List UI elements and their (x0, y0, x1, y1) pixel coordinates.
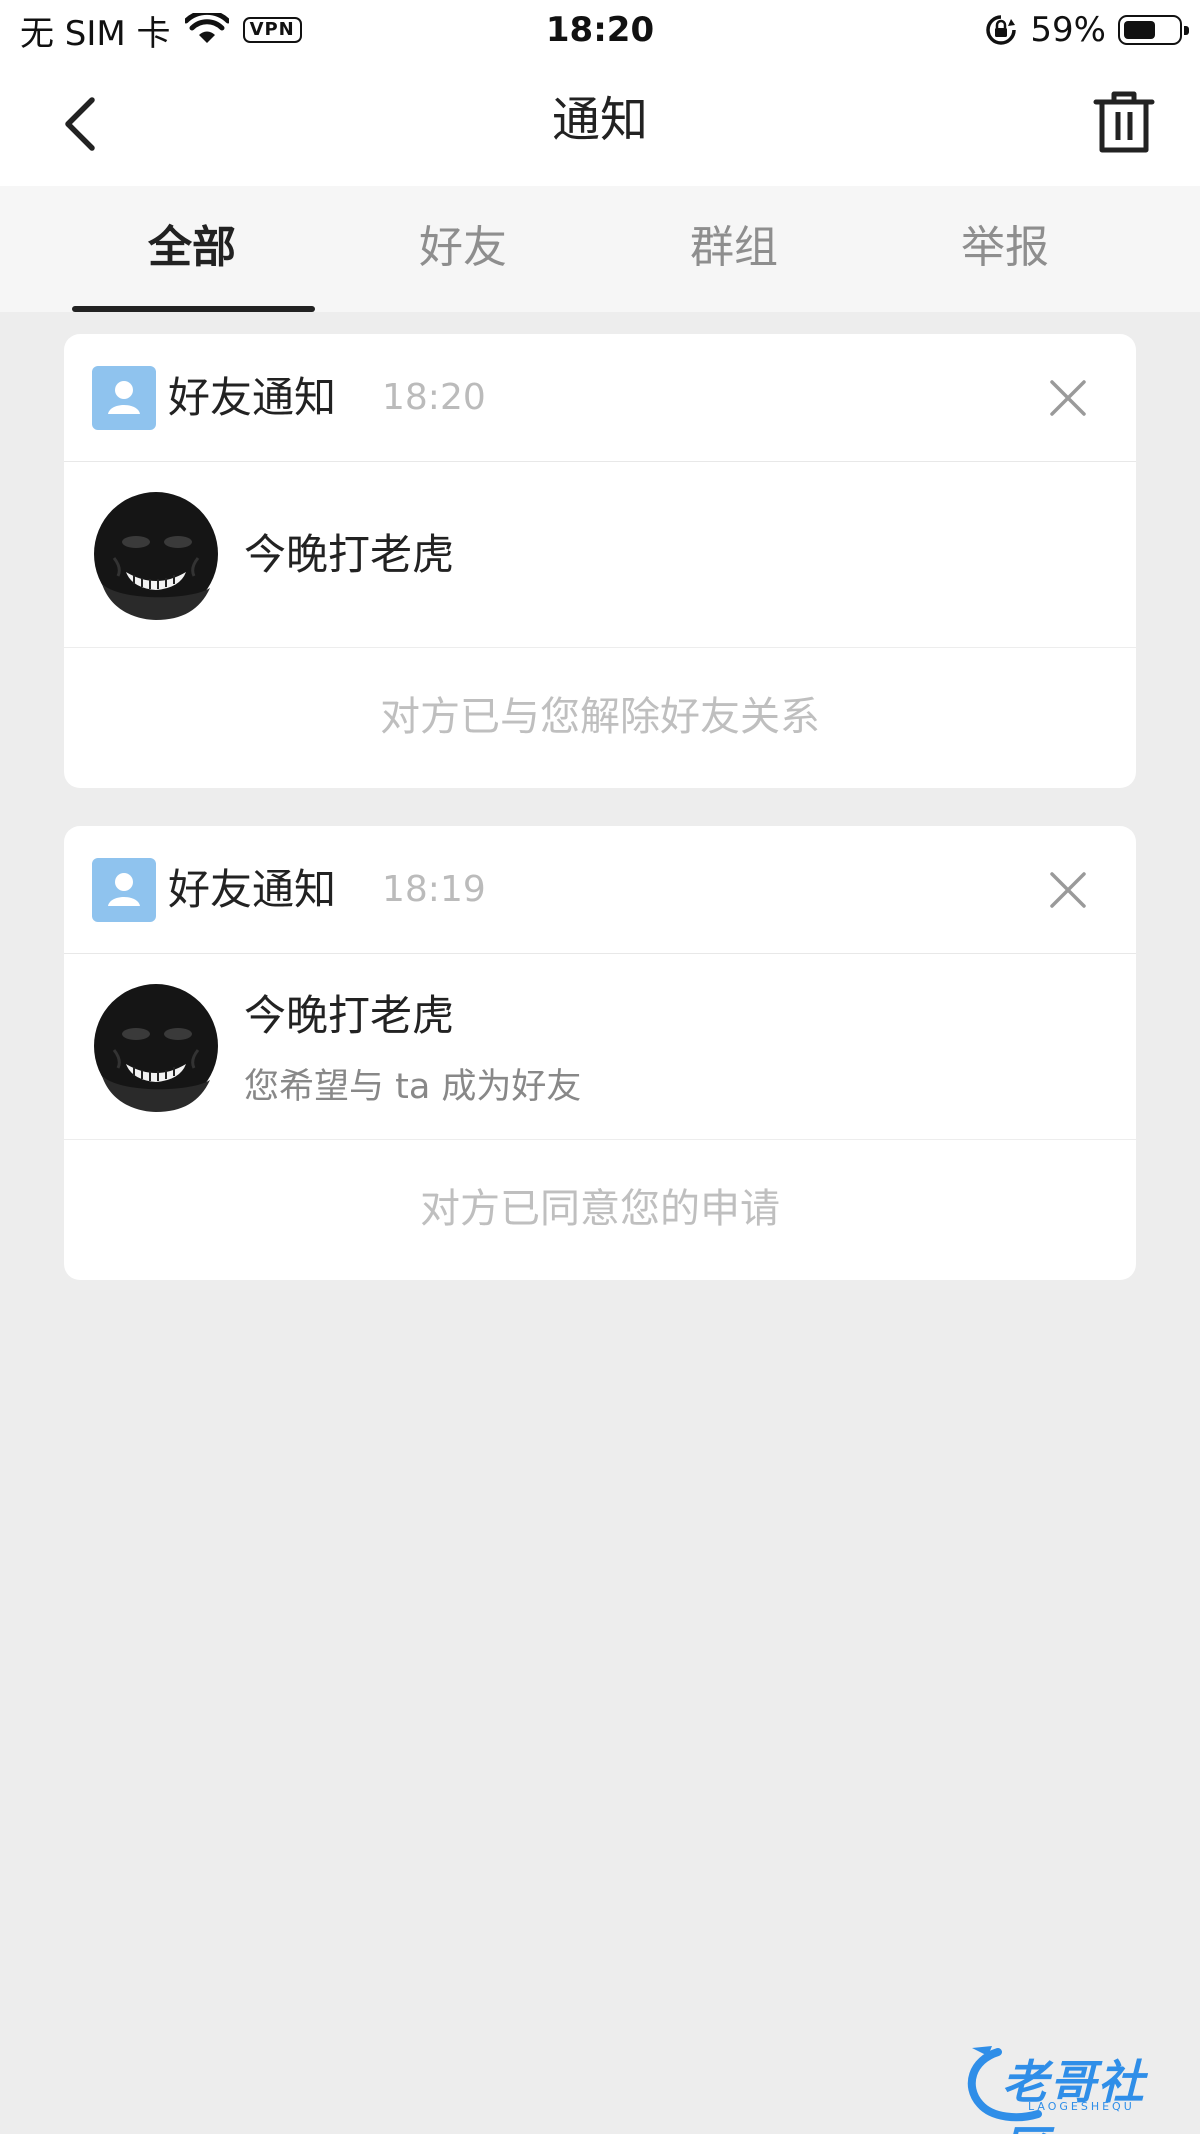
notifications-screen: 无 SIM 卡 VPN 18:20 59% 通知 全部 好友 群组 举报 好友通… (0, 0, 1200, 2134)
card-body[interactable]: 今晚打老虎 您希望与 ta 成为好友 (64, 954, 1136, 1140)
card-status: 对方已同意您的申请 (420, 1186, 780, 1232)
user-name: 今晚打老虎 (244, 991, 455, 1040)
battery-percent: 59% (1030, 10, 1106, 50)
card-status: 对方已与您解除好友关系 (380, 694, 820, 740)
card-time: 18:19 (382, 869, 486, 910)
battery-fill (1124, 21, 1155, 39)
card-body[interactable]: 今晚打老虎 (64, 462, 1136, 648)
notification-card: 好友通知 18:20 今晚打老虎 对方已与您解除好友关系 (64, 334, 1136, 788)
user-name: 今晚打老虎 (244, 530, 455, 579)
avatar[interactable] (92, 492, 220, 620)
card-header: 好友通知 18:20 (64, 334, 1136, 462)
battery-nub (1184, 26, 1189, 35)
page-title: 通知 (551, 92, 648, 148)
nav-bar: 通知 (0, 62, 1200, 186)
status-right: 59% (984, 8, 1189, 52)
watermark-logo: 老哥社区 LAOGESHEQU (958, 2038, 1186, 2134)
avatar[interactable] (92, 984, 220, 1112)
close-icon[interactable] (1040, 370, 1096, 426)
card-header: 好友通知 18:19 (64, 826, 1136, 954)
close-icon[interactable] (1040, 862, 1096, 918)
tab-bar: 全部 好友 群组 举报 (0, 186, 1200, 312)
watermark-text: 老哥社区 (1002, 2055, 1146, 2134)
tab-all[interactable]: 全部 (57, 186, 327, 312)
status-bar: 无 SIM 卡 VPN 18:20 59% (0, 0, 1200, 62)
user-message: 您希望与 ta 成为好友 (244, 1067, 582, 1107)
card-time: 18:20 (382, 377, 486, 418)
trash-icon[interactable] (1088, 86, 1160, 158)
orientation-lock-icon (986, 15, 1017, 45)
tab-friends[interactable]: 好友 (328, 186, 598, 312)
friend-notification-icon (92, 858, 156, 922)
tab-groups[interactable]: 群组 (599, 186, 869, 312)
notification-card: 好友通知 18:19 今晚打老虎 您希望与 ta 成为好友 对方已同意您的申请 (64, 826, 1136, 1280)
card-type-label: 好友通知 (168, 865, 337, 914)
tab-active-indicator (72, 306, 315, 312)
watermark-subtext: LAOGESHEQU (1028, 2100, 1135, 2113)
friend-notification-icon (92, 366, 156, 430)
battery-icon (1118, 15, 1189, 45)
tab-reports[interactable]: 举报 (870, 186, 1140, 312)
card-type-label: 好友通知 (168, 373, 337, 422)
